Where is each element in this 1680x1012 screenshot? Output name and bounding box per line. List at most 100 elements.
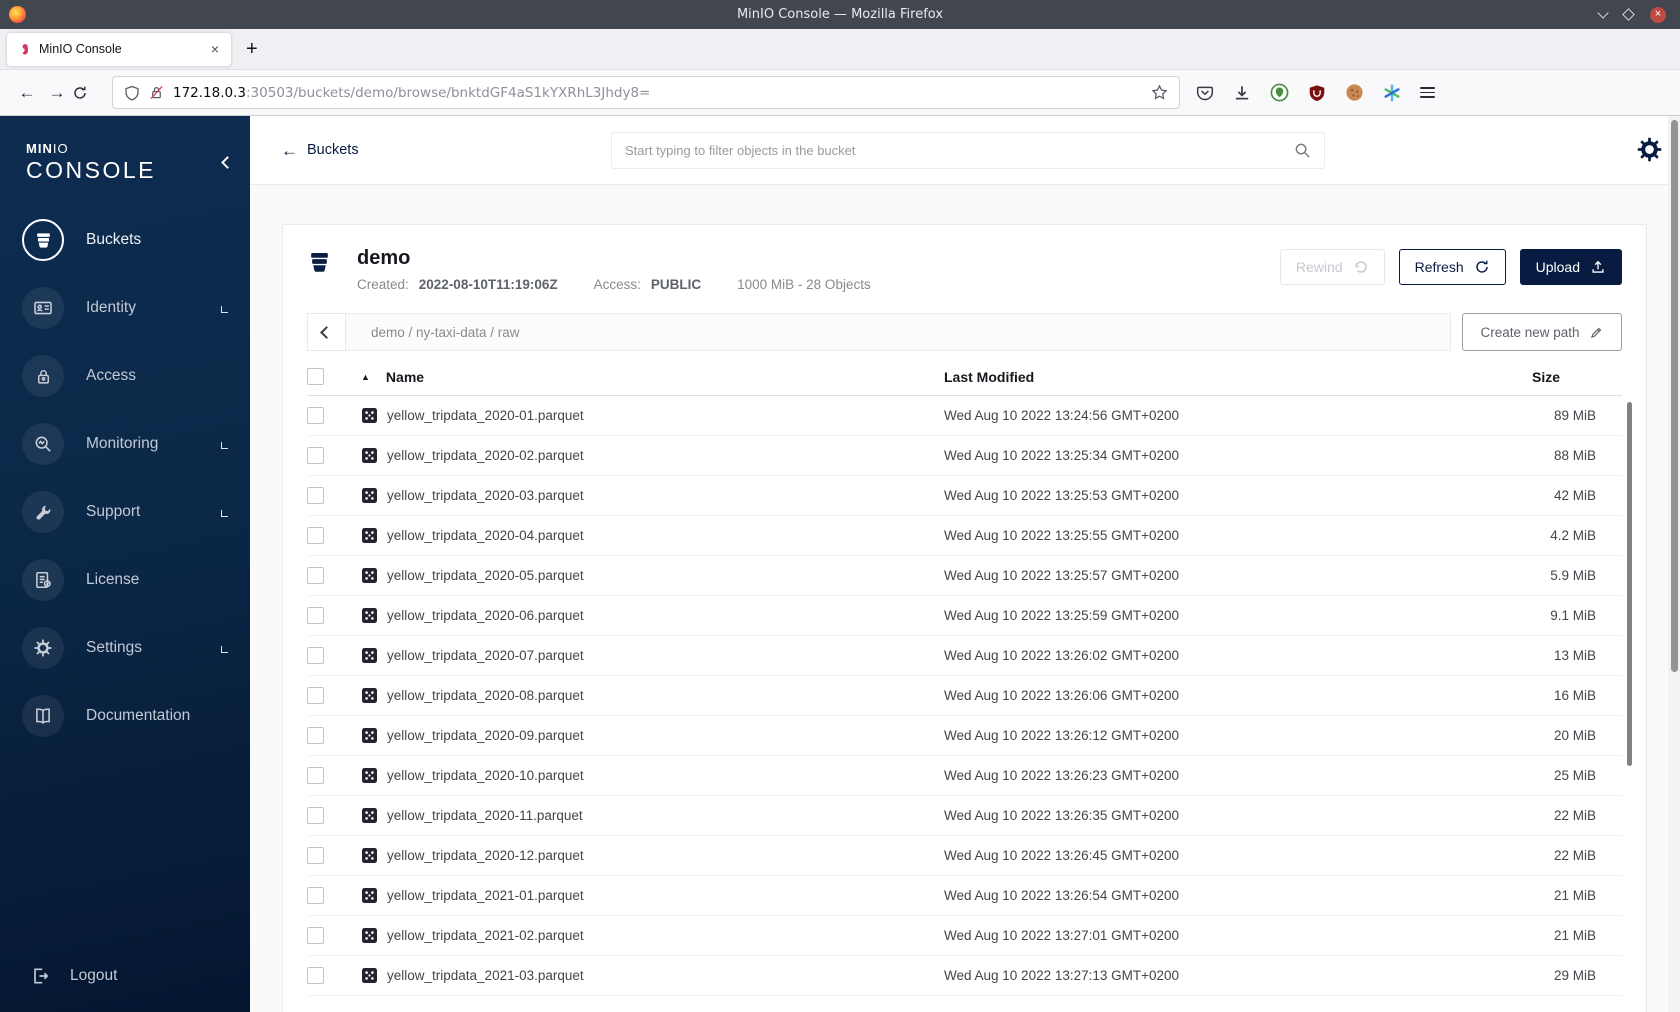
url-bar[interactable]: 172.18.0.3:30503/buckets/demo/browse/bnk…: [112, 76, 1180, 109]
table-row[interactable]: yellow_tripdata_2020-04.parquet Wed Aug …: [307, 516, 1622, 556]
object-name[interactable]: yellow_tripdata_2020-12.parquet: [387, 848, 584, 863]
breadcrumb[interactable]: demo / ny-taxi-data / raw: [346, 314, 520, 350]
row-checkbox[interactable]: [307, 447, 324, 464]
upload-button[interactable]: Upload: [1519, 249, 1622, 285]
object-name[interactable]: yellow_tripdata_2020-05.parquet: [387, 568, 584, 583]
row-checkbox[interactable]: [307, 927, 324, 944]
column-header-name[interactable]: Name: [386, 369, 424, 385]
page-scrollbar[interactable]: [1668, 116, 1680, 1012]
tab-close-icon[interactable]: ×: [208, 41, 222, 57]
row-checkbox[interactable]: [307, 767, 324, 784]
sidebar-item-buckets[interactable]: Buckets: [22, 217, 236, 263]
object-name[interactable]: yellow_tripdata_2020-02.parquet: [387, 448, 584, 463]
table-row[interactable]: yellow_tripdata_2020-12.parquet Wed Aug …: [307, 836, 1622, 876]
search-input[interactable]: [625, 143, 1294, 158]
column-header-modified[interactable]: Last Modified: [944, 369, 1464, 385]
object-modified: Wed Aug 10 2022 13:25:57 GMT+0200: [944, 568, 1180, 583]
window-minimize-icon[interactable]: [1597, 7, 1609, 19]
object-name[interactable]: yellow_tripdata_2020-10.parquet: [387, 768, 584, 783]
row-checkbox[interactable]: [307, 687, 324, 704]
object-name[interactable]: yellow_tripdata_2021-02.parquet: [387, 928, 584, 943]
table-row[interactable]: yellow_tripdata_2020-01.parquet Wed Aug …: [307, 396, 1622, 436]
new-tab-button[interactable]: +: [246, 38, 258, 61]
tab-title: MinIO Console: [39, 42, 122, 56]
privacy-badger-icon[interactable]: [1270, 83, 1289, 102]
pocket-icon[interactable]: [1196, 84, 1214, 102]
forward-button[interactable]: →: [42, 83, 72, 103]
row-checkbox[interactable]: [307, 887, 324, 904]
table-row[interactable]: yellow_tripdata_2020-02.parquet Wed Aug …: [307, 436, 1622, 476]
table-row[interactable]: yellow_tripdata_2020-05.parquet Wed Aug …: [307, 556, 1622, 596]
row-checkbox[interactable]: [307, 847, 324, 864]
create-new-path-button[interactable]: Create new path: [1462, 313, 1622, 351]
table-row[interactable]: yellow_tripdata_2020-07.parquet Wed Aug …: [307, 636, 1622, 676]
row-checkbox[interactable]: [307, 607, 324, 624]
row-checkbox[interactable]: [307, 567, 324, 584]
object-name[interactable]: yellow_tripdata_2021-03.parquet: [387, 968, 584, 983]
table-row[interactable]: yellow_tripdata_2020-09.parquet Wed Aug …: [307, 716, 1622, 756]
sidebar-item-license[interactable]: License: [22, 557, 236, 603]
sidebar-item-access[interactable]: Access: [22, 353, 236, 399]
object-name[interactable]: yellow_tripdata_2020-04.parquet: [387, 528, 584, 543]
object-name[interactable]: yellow_tripdata_2021-01.parquet: [387, 888, 584, 903]
sidebar-item-identity[interactable]: Identity: [22, 285, 236, 331]
lock-slash-icon[interactable]: [149, 85, 164, 100]
sort-asc-icon[interactable]: ▲: [361, 372, 370, 382]
bookmark-star-icon[interactable]: [1151, 84, 1168, 101]
object-name[interactable]: yellow_tripdata_2020-09.parquet: [387, 728, 584, 743]
object-modified: Wed Aug 10 2022 13:26:45 GMT+0200: [944, 848, 1180, 863]
rewind-button[interactable]: Rewind: [1279, 249, 1385, 285]
settings-gear-button[interactable]: [1636, 136, 1663, 163]
sidebar-nav: Buckets Identity Access Monitoring Suppo…: [0, 217, 250, 739]
object-name[interactable]: yellow_tripdata_2020-06.parquet: [387, 608, 584, 623]
row-checkbox[interactable]: [307, 727, 324, 744]
table-row[interactable]: yellow_tripdata_2020-08.parquet Wed Aug …: [307, 676, 1622, 716]
sidebar-item-monitoring[interactable]: Monitoring: [22, 421, 236, 467]
row-checkbox[interactable]: [307, 647, 324, 664]
table-scrollbar-thumb[interactable]: [1627, 402, 1632, 766]
sidebar-item-support[interactable]: Support: [22, 489, 236, 535]
downloads-icon[interactable]: [1233, 84, 1251, 102]
sidebar-collapse-button[interactable]: [221, 154, 234, 172]
reload-button[interactable]: [72, 85, 102, 101]
table-row[interactable]: yellow_tripdata_2021-03.parquet Wed Aug …: [307, 956, 1622, 996]
row-checkbox[interactable]: [307, 527, 324, 544]
window-maximize-icon[interactable]: [1622, 8, 1635, 21]
shield-icon[interactable]: [124, 85, 140, 101]
row-checkbox[interactable]: [307, 967, 324, 984]
row-checkbox[interactable]: [307, 407, 324, 424]
sidebar-item-documentation[interactable]: Documentation: [22, 693, 236, 739]
extension-asterisk-icon[interactable]: [1383, 83, 1401, 102]
back-to-buckets-link[interactable]: ← Buckets: [281, 142, 359, 159]
table-row[interactable]: yellow_tripdata_2020-03.parquet Wed Aug …: [307, 476, 1622, 516]
object-name[interactable]: yellow_tripdata_2020-07.parquet: [387, 648, 584, 663]
object-name[interactable]: yellow_tripdata_2020-11.parquet: [387, 808, 583, 823]
table-row[interactable]: yellow_tripdata_2021-01.parquet Wed Aug …: [307, 876, 1622, 916]
menu-icon[interactable]: [1420, 86, 1435, 99]
table-row[interactable]: yellow_tripdata_2020-06.parquet Wed Aug …: [307, 596, 1622, 636]
column-header-size[interactable]: Size: [1464, 369, 1622, 385]
object-name[interactable]: yellow_tripdata_2020-03.parquet: [387, 488, 584, 503]
search-icon[interactable]: [1294, 142, 1311, 159]
table-row[interactable]: yellow_tripdata_2020-10.parquet Wed Aug …: [307, 756, 1622, 796]
table-row[interactable]: yellow_tripdata_2020-11.parquet Wed Aug …: [307, 796, 1622, 836]
window-close-icon[interactable]: ×: [1650, 6, 1666, 23]
back-button[interactable]: ←: [12, 83, 42, 103]
object-name[interactable]: yellow_tripdata_2020-01.parquet: [387, 408, 584, 423]
object-size: 13 MiB: [1553, 648, 1596, 663]
object-name[interactable]: yellow_tripdata_2020-08.parquet: [387, 688, 584, 703]
row-checkbox[interactable]: [307, 487, 324, 504]
cookie-icon[interactable]: [1345, 83, 1364, 102]
path-back-button[interactable]: [308, 314, 346, 350]
parquet-file-icon: [362, 408, 377, 423]
select-all-checkbox[interactable]: [307, 368, 324, 385]
table-row[interactable]: yellow_tripdata_2021-02.parquet Wed Aug …: [307, 916, 1622, 956]
row-checkbox[interactable]: [307, 807, 324, 824]
refresh-button[interactable]: Refresh: [1398, 249, 1506, 285]
browser-tab[interactable]: MinIO Console ×: [7, 32, 231, 66]
page-scrollbar-thumb[interactable]: [1670, 120, 1678, 672]
sidebar-item-logout[interactable]: Logout: [30, 966, 117, 986]
sidebar-item-settings[interactable]: Settings: [22, 625, 236, 671]
ublock-icon[interactable]: [1308, 84, 1326, 102]
url-text[interactable]: 172.18.0.3:30503/buckets/demo/browse/bnk…: [173, 85, 1142, 101]
